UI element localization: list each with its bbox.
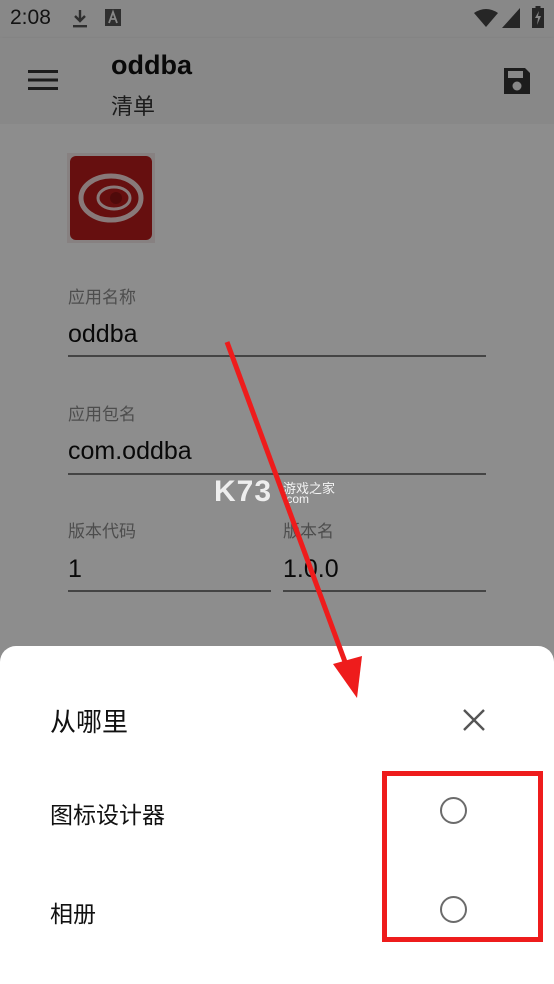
option-label: 相册 bbox=[50, 902, 96, 928]
option-label: 图标设计器 bbox=[50, 803, 165, 829]
annotation-highlight-box bbox=[382, 771, 543, 942]
sheet-title: 从哪里 bbox=[50, 708, 129, 738]
watermark-logo: K73 bbox=[214, 475, 273, 508]
screen: 2:08 oddba 清单 应用名称 oddba 应用包名 com.oddba … bbox=[0, 0, 554, 984]
watermark-domain: .com bbox=[283, 492, 310, 506]
close-icon[interactable] bbox=[460, 706, 488, 734]
